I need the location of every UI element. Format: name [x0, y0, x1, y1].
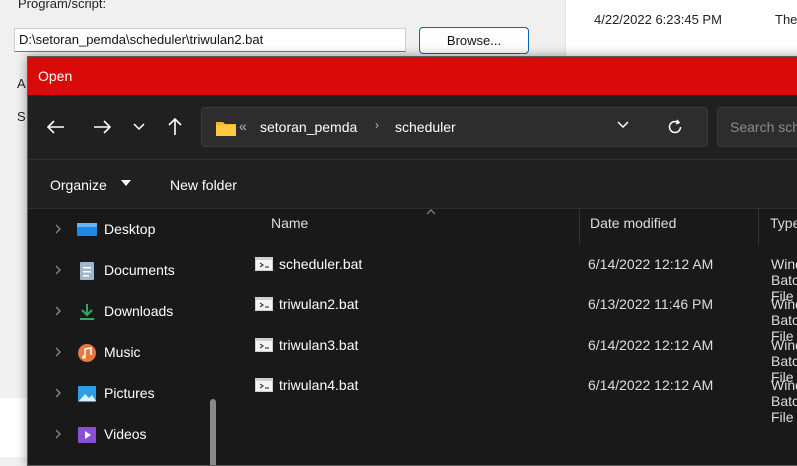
file-date: 6/13/2022 11:46 PM — [588, 296, 714, 312]
sidebar-item-label: Downloads — [104, 303, 174, 319]
sidebar-item-label: Desktop — [104, 221, 156, 237]
chevron-right-icon[interactable] — [55, 224, 61, 234]
file-date: 6/14/2022 12:12 AM — [588, 337, 714, 353]
desktop-icon — [77, 223, 97, 236]
breadcrumb-setoran-pemda[interactable]: setoran_pemda — [260, 119, 357, 135]
sidebar-item-music[interactable]: Music — [28, 338, 208, 368]
sidebar-item-videos[interactable]: Videos — [28, 420, 208, 450]
breadcrumb-separator[interactable]: › — [375, 118, 379, 132]
arrow-up-icon — [168, 118, 182, 135]
overflow-marker[interactable]: « — [239, 118, 247, 134]
column-divider[interactable] — [579, 209, 580, 245]
navigation-bar: « setoran_pemda › scheduler Search sched… — [28, 95, 797, 159]
sidebar-scrollbar[interactable] — [210, 399, 216, 465]
chevron-right-icon[interactable] — [55, 306, 61, 316]
back-button[interactable] — [42, 113, 70, 141]
up-button[interactable] — [163, 113, 187, 141]
column-header-name[interactable]: Name — [271, 215, 308, 231]
sort-ascending-icon — [426, 209, 436, 215]
batch-file-icon — [255, 297, 273, 311]
organize-button[interactable]: Organize — [50, 177, 107, 193]
sidebar-item-desktop[interactable]: Desktop — [28, 215, 208, 245]
column-divider[interactable] — [758, 209, 759, 245]
caret-down-icon[interactable] — [121, 179, 131, 187]
browse-button[interactable]: Browse... — [419, 27, 529, 54]
title-bar[interactable]: Open — [28, 57, 797, 95]
new-folder-button[interactable]: New folder — [170, 177, 237, 193]
background-panel — [0, 398, 30, 457]
refresh-icon[interactable] — [667, 119, 683, 135]
file-date: 6/14/2022 12:12 AM — [588, 256, 714, 272]
search-placeholder: Search scheduler — [730, 119, 797, 135]
dialog-title: Open — [38, 68, 73, 84]
chevron-right-icon[interactable] — [55, 388, 61, 398]
batch-file-icon — [255, 338, 273, 352]
file-name: triwulan2.bat — [279, 296, 359, 312]
file-list: Name Date modified Type scheduler.bat 6/… — [228, 209, 797, 465]
file-name: triwulan3.bat — [279, 337, 359, 353]
chevron-right-icon[interactable] — [55, 429, 61, 439]
videos-icon — [78, 427, 96, 443]
address-bar[interactable]: « setoran_pemda › scheduler — [201, 107, 708, 147]
music-icon — [78, 344, 96, 362]
command-bar: Organize New folder — [28, 159, 797, 209]
background-label-s: S — [17, 109, 26, 124]
batch-file-icon — [255, 378, 273, 392]
recent-locations-button[interactable] — [128, 113, 150, 141]
sidebar-item-label: Documents — [104, 262, 175, 278]
file-date: 6/14/2022 12:12 AM — [588, 377, 714, 393]
history-text: The — [775, 12, 797, 27]
navigation-pane: Desktop Documents Downloads Music Pictur… — [28, 209, 228, 465]
file-name: scheduler.bat — [279, 256, 363, 272]
history-panel — [565, 0, 797, 62]
file-name: triwulan4.bat — [279, 377, 359, 393]
program-path-input[interactable]: D:\setoran_pemda\scheduler\triwulan2.bat — [14, 28, 406, 52]
file-row-triwulan3[interactable]: triwulan3.bat 6/14/2022 12:12 AM Windows… — [228, 330, 797, 385]
sidebar-item-documents[interactable]: Documents — [28, 256, 208, 286]
downloads-icon — [80, 304, 94, 320]
open-dialog: Open « setoran_pemda › scheduler Search … — [27, 56, 797, 466]
documents-icon — [80, 262, 94, 280]
file-type: Windows Batch File — [771, 377, 797, 425]
pictures-icon — [78, 386, 96, 402]
program-script-label: Program/script: — [18, 0, 107, 11]
chevron-down-icon[interactable] — [617, 121, 629, 129]
arrow-right-icon — [94, 120, 111, 134]
column-header-date[interactable]: Date modified — [590, 215, 676, 231]
chevron-down-icon — [133, 123, 145, 131]
file-row-triwulan2[interactable]: triwulan2.bat 6/13/2022 11:46 PM Windows… — [228, 289, 797, 344]
sidebar-item-pictures[interactable]: Pictures — [28, 379, 208, 409]
sidebar-item-label: Pictures — [104, 385, 155, 401]
file-row-scheduler[interactable]: scheduler.bat 6/14/2022 12:12 AM Windows… — [228, 249, 797, 304]
column-header-type[interactable]: Type — [770, 215, 797, 231]
sidebar-item-label: Music — [104, 344, 141, 360]
background-label-a: A — [17, 76, 26, 91]
history-date: 4/22/2022 6:23:45 PM — [594, 12, 722, 27]
batch-file-icon — [255, 257, 273, 271]
chevron-right-icon[interactable] — [55, 347, 61, 357]
breadcrumb-scheduler[interactable]: scheduler — [395, 119, 456, 135]
file-row-triwulan4[interactable]: triwulan4.bat 6/14/2022 12:12 AM Windows… — [228, 370, 797, 425]
search-box[interactable]: Search scheduler — [717, 107, 797, 147]
forward-button[interactable] — [88, 113, 116, 141]
folder-icon — [216, 122, 236, 136]
sidebar-item-downloads[interactable]: Downloads — [28, 297, 208, 327]
sidebar-item-label: Videos — [104, 426, 147, 442]
arrow-left-icon — [47, 120, 64, 134]
chevron-right-icon[interactable] — [55, 265, 61, 275]
